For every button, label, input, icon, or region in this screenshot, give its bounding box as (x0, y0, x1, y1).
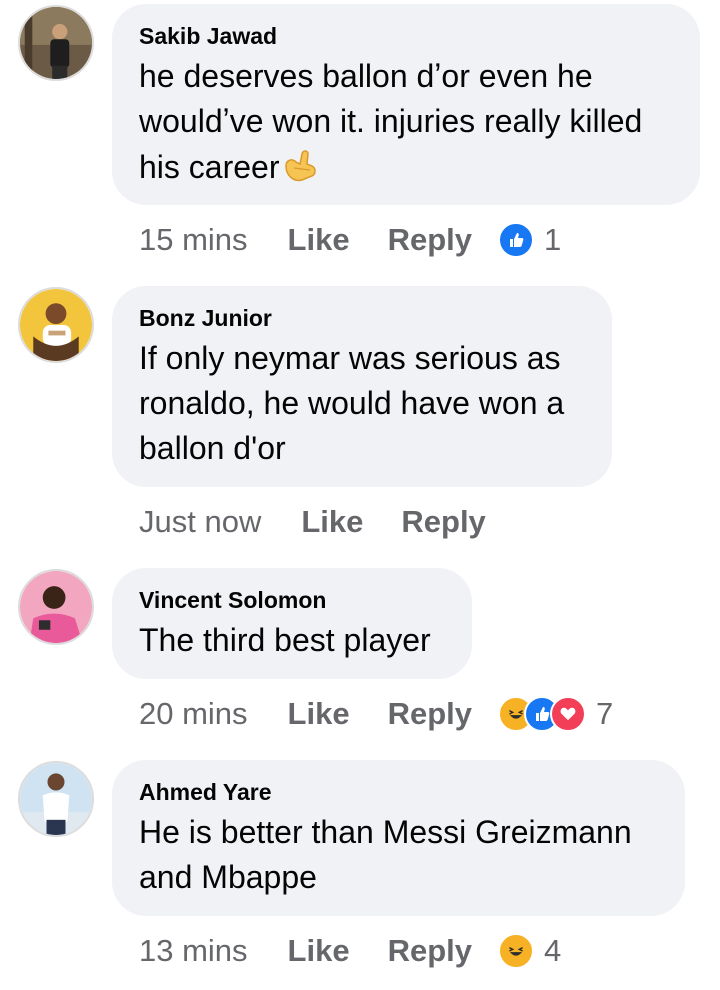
comment-time[interactable]: Just now (139, 504, 261, 540)
reaction-count: 7 (596, 696, 614, 731)
reaction-count: 4 (544, 933, 562, 968)
reaction-count: 1 (544, 222, 562, 257)
comment-text: he deserves ballon dʼor even he wouldʼve… (139, 58, 643, 185)
call-me-hand-emoji-icon (280, 144, 320, 184)
comment-bubble: Ahmed Yare He is better than Messi Greiz… (112, 760, 685, 916)
reactions-summary[interactable]: 1 (498, 222, 561, 258)
comment-author[interactable]: Ahmed Yare (139, 778, 659, 806)
comment-bubble: Bonz Junior If only neymar was serious a… (112, 286, 612, 487)
comment-author[interactable]: Vincent Solomon (139, 586, 446, 614)
comment-text: The third best player (139, 622, 431, 658)
avatar[interactable] (18, 761, 94, 837)
avatar[interactable] (18, 5, 94, 81)
comment-time[interactable]: 15 mins (139, 222, 248, 258)
like-button[interactable]: Like (301, 504, 363, 540)
reply-button[interactable]: Reply (388, 222, 472, 258)
comment-meta: Just now Like Reply (139, 502, 524, 542)
comment-bubble: Vincent Solomon The third best player (112, 568, 472, 679)
love-icon (550, 696, 586, 732)
comment-meta: 15 mins Like Reply 1 (139, 220, 561, 260)
comment-text: He is better than Messi Greizmann and Mb… (139, 814, 632, 895)
comment-time[interactable]: 20 mins (139, 696, 248, 732)
like-button[interactable]: Like (288, 933, 350, 969)
avatar[interactable] (18, 287, 94, 363)
reactions-summary[interactable]: 7 (498, 696, 613, 732)
comment-author[interactable]: Sakib Jawad (139, 22, 674, 50)
comment-text: If only neymar was serious as ronaldo, h… (139, 340, 565, 466)
comment-time[interactable]: 13 mins (139, 933, 248, 969)
like-icon (498, 222, 534, 258)
reply-button[interactable]: Reply (388, 933, 472, 969)
comment-author[interactable]: Bonz Junior (139, 304, 586, 332)
reply-button[interactable]: Reply (401, 504, 485, 540)
avatar[interactable] (18, 569, 94, 645)
reply-button[interactable]: Reply (388, 696, 472, 732)
reactions-summary[interactable]: 4 (498, 933, 561, 969)
haha-icon (498, 933, 534, 969)
comment-meta: 20 mins Like Reply 7 (139, 694, 613, 734)
like-button[interactable]: Like (288, 222, 350, 258)
comment-meta: 13 mins Like Reply 4 (139, 931, 561, 971)
comment-bubble: Sakib Jawad he deserves ballon dʼor even… (112, 4, 700, 205)
like-button[interactable]: Like (288, 696, 350, 732)
